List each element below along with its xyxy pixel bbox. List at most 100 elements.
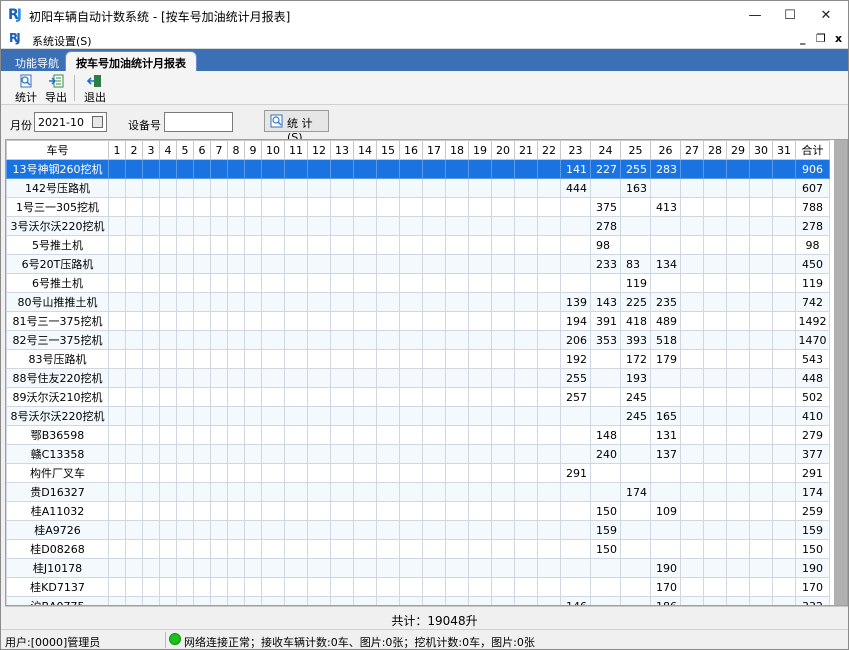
day-cell[interactable]: [703, 330, 727, 350]
day-cell[interactable]: 194: [560, 311, 591, 331]
day-cell[interactable]: [703, 482, 727, 502]
day-cell[interactable]: [108, 463, 126, 483]
day-cell[interactable]: [560, 216, 591, 236]
day-cell[interactable]: [376, 159, 400, 179]
day-cell[interactable]: [703, 159, 727, 179]
day-cell[interactable]: [376, 501, 400, 521]
day-cell[interactable]: 206: [560, 330, 591, 350]
total-cell[interactable]: 1470: [795, 330, 830, 350]
day-cell[interactable]: [514, 444, 538, 464]
day-cell[interactable]: [353, 216, 377, 236]
day-cell[interactable]: [176, 311, 194, 331]
total-cell[interactable]: 259: [795, 501, 830, 521]
day-cell[interactable]: 375: [590, 197, 621, 217]
day-cell[interactable]: [620, 444, 651, 464]
table-row[interactable]: 鄂B36598 148 131 279: [6, 425, 830, 445]
day-cell[interactable]: [193, 368, 211, 388]
day-cell[interactable]: [491, 482, 515, 502]
day-cell[interactable]: [491, 558, 515, 578]
day-cell[interactable]: [537, 216, 561, 236]
total-cell[interactable]: 502: [795, 387, 830, 407]
day-cell[interactable]: 139: [560, 292, 591, 312]
day-cell[interactable]: [422, 292, 446, 312]
day-cell[interactable]: [142, 273, 160, 293]
day-cell[interactable]: [399, 387, 423, 407]
day-cell[interactable]: [142, 254, 160, 274]
day-cell[interactable]: [590, 387, 621, 407]
day-cell[interactable]: [620, 216, 651, 236]
day-cell[interactable]: [353, 596, 377, 605]
column-header-day-9[interactable]: 9: [244, 140, 262, 160]
day-cell[interactable]: [680, 368, 704, 388]
day-cell[interactable]: [227, 425, 245, 445]
day-cell[interactable]: [159, 273, 177, 293]
day-cell[interactable]: [726, 444, 750, 464]
total-cell[interactable]: 742: [795, 292, 830, 312]
day-cell[interactable]: [650, 520, 681, 540]
day-cell[interactable]: [244, 254, 262, 274]
day-cell[interactable]: [307, 539, 331, 559]
day-cell[interactable]: [468, 596, 492, 605]
column-header-day-8[interactable]: 8: [227, 140, 245, 160]
day-cell[interactable]: [108, 596, 126, 605]
day-cell[interactable]: [749, 254, 773, 274]
day-cell[interactable]: [193, 596, 211, 605]
day-cell[interactable]: 391: [590, 311, 621, 331]
day-cell[interactable]: [772, 368, 796, 388]
month-date-picker[interactable]: 2021-10: [34, 112, 107, 132]
day-cell[interactable]: [399, 463, 423, 483]
day-cell[interactable]: [491, 216, 515, 236]
total-cell[interactable]: 279: [795, 425, 830, 445]
day-cell[interactable]: [537, 577, 561, 597]
day-cell[interactable]: [210, 368, 228, 388]
day-cell[interactable]: [176, 235, 194, 255]
day-cell[interactable]: [772, 292, 796, 312]
day-cell[interactable]: [514, 292, 538, 312]
day-cell[interactable]: [227, 387, 245, 407]
vehicle-name-cell[interactable]: 6号20T压路机: [6, 254, 109, 274]
day-cell[interactable]: [468, 539, 492, 559]
day-cell[interactable]: [227, 292, 245, 312]
table-row[interactable]: 桂J10178 190 190: [6, 558, 830, 578]
day-cell[interactable]: [399, 577, 423, 597]
day-cell[interactable]: [227, 330, 245, 350]
day-cell[interactable]: [422, 539, 446, 559]
table-row[interactable]: 1号三一305挖机 375 413 788: [6, 197, 830, 217]
day-cell[interactable]: [772, 330, 796, 350]
day-cell[interactable]: [772, 596, 796, 605]
day-cell[interactable]: [284, 577, 308, 597]
day-cell[interactable]: [227, 349, 245, 369]
day-cell[interactable]: 257: [560, 387, 591, 407]
day-cell[interactable]: [491, 235, 515, 255]
menu-system-settings[interactable]: 系统设置(S): [32, 33, 92, 49]
day-cell[interactable]: 143: [590, 292, 621, 312]
day-cell[interactable]: [422, 596, 446, 605]
day-cell[interactable]: [284, 273, 308, 293]
day-cell[interactable]: [176, 577, 194, 597]
day-cell[interactable]: [468, 311, 492, 331]
day-cell[interactable]: [244, 178, 262, 198]
day-cell[interactable]: [125, 520, 143, 540]
vehicle-name-cell[interactable]: 贵D16327: [6, 482, 109, 502]
day-cell[interactable]: [142, 444, 160, 464]
day-cell[interactable]: [703, 216, 727, 236]
day-cell[interactable]: [142, 501, 160, 521]
day-cell[interactable]: [353, 330, 377, 350]
column-header-day-16[interactable]: 16: [399, 140, 423, 160]
day-cell[interactable]: [703, 368, 727, 388]
day-cell[interactable]: [445, 596, 469, 605]
day-cell[interactable]: [210, 444, 228, 464]
day-cell[interactable]: [772, 520, 796, 540]
day-cell[interactable]: 227: [590, 159, 621, 179]
day-cell[interactable]: [353, 387, 377, 407]
day-cell[interactable]: [726, 159, 750, 179]
day-cell[interactable]: [537, 387, 561, 407]
day-cell[interactable]: [491, 178, 515, 198]
day-cell[interactable]: [353, 444, 377, 464]
day-cell[interactable]: [244, 482, 262, 502]
day-cell[interactable]: [330, 197, 354, 217]
vehicle-name-cell[interactable]: 88号住友220挖机: [6, 368, 109, 388]
day-cell[interactable]: [108, 482, 126, 502]
day-cell[interactable]: 150: [590, 539, 621, 559]
day-cell[interactable]: [176, 254, 194, 274]
